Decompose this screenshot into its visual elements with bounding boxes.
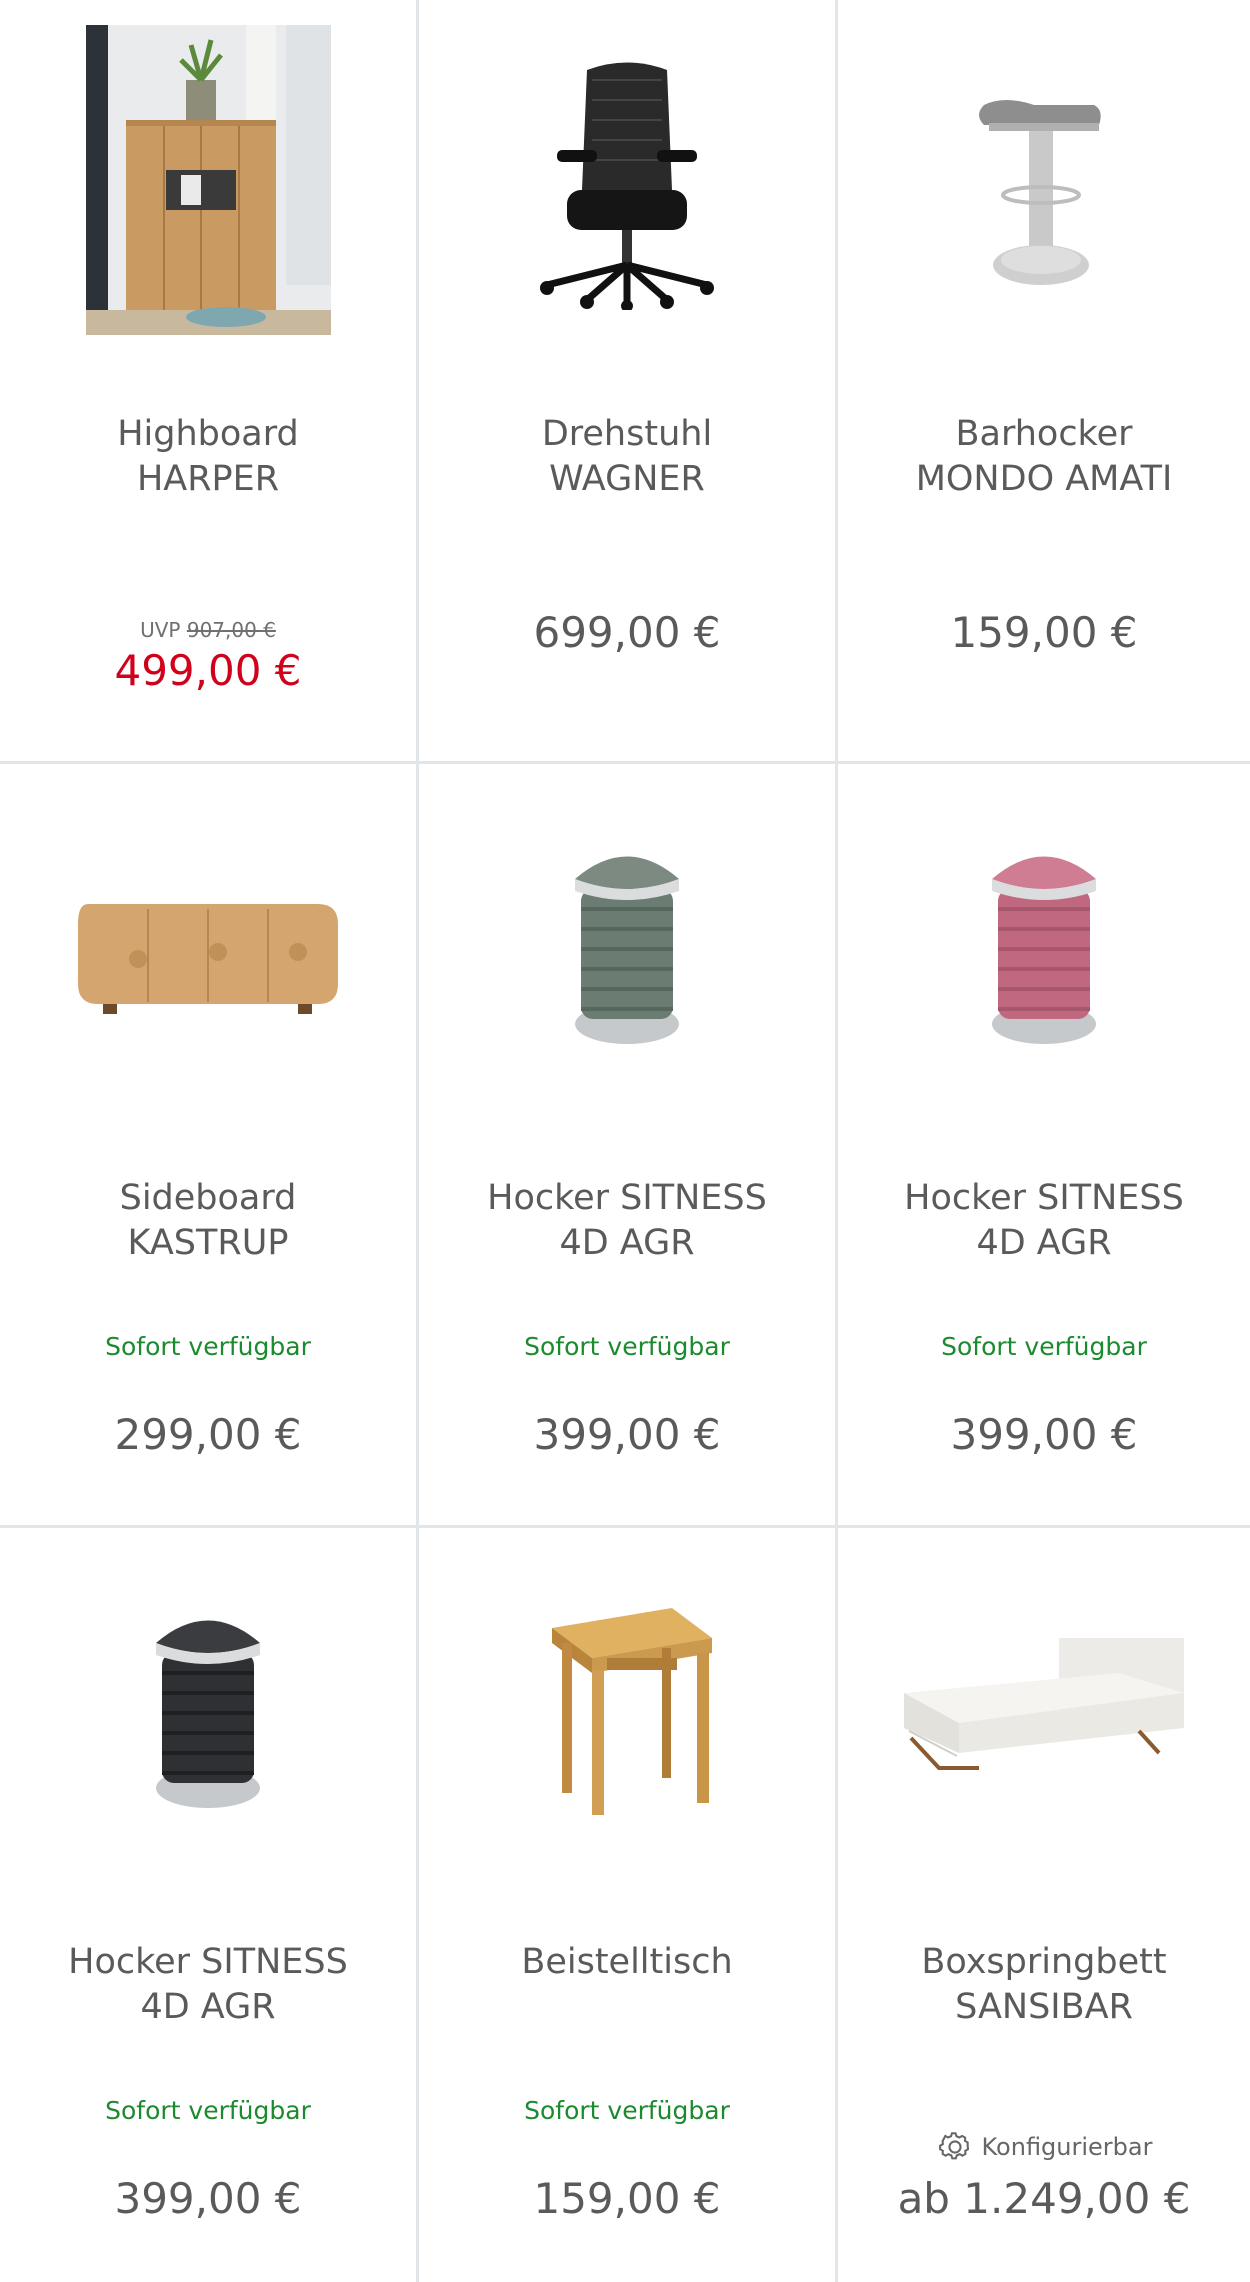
product-title[interactable]: Barhocker MONDO AMATI [848,412,1240,502]
product-title[interactable]: Hocker SITNESS 4D AGR [429,1176,825,1266]
product-grid: Highboard HARPER UVP 907,00 € 499,00 € D… [0,0,1250,2282]
product-image-bar-stool[interactable] [838,0,1250,360]
product-image-sideboard[interactable] [0,764,416,1124]
product-image-stool-black[interactable] [0,1528,416,1888]
product-title[interactable]: Highboard HARPER [10,412,406,502]
product-title[interactable]: Hocker SITNESS 4D AGR [848,1176,1240,1266]
product-title[interactable]: Beistelltisch [429,1940,825,1985]
product-card[interactable]: Hocker SITNESS 4D AGR Sofort verfügbar 3… [838,764,1250,1528]
availability-status: Sofort verfügbar [524,1332,730,1361]
product-title[interactable]: Sideboard KASTRUP [10,1176,406,1266]
product-card[interactable]: Hocker SITNESS 4D AGR Sofort verfügbar 3… [0,1528,419,2282]
availability-status: Sofort verfügbar [941,1332,1147,1361]
product-price: 699,00 € [533,608,721,657]
uvp-old-price: UVP 907,00 € [140,618,276,642]
product-card[interactable]: Boxspringbett SANSIBAR Konfigurierbar ab… [838,1528,1250,2282]
product-price: ab 1.249,00 € [897,2174,1191,2223]
availability-status: Sofort verfügbar [524,2096,730,2125]
product-card[interactable]: Barhocker MONDO AMATI 159,00 € [838,0,1250,764]
product-card[interactable]: Drehstuhl WAGNER 699,00 € [419,0,838,764]
product-image-stool-pink[interactable] [838,764,1250,1124]
product-image-highboard[interactable] [0,0,416,360]
product-price: 159,00 € [533,2174,721,2223]
product-image-boxspring-bed[interactable] [838,1528,1250,1888]
product-card[interactable]: Sideboard KASTRUP Sofort verfügbar 299,0… [0,764,419,1528]
product-title[interactable]: Drehstuhl WAGNER [429,412,825,502]
availability-status: Sofort verfügbar [105,2096,311,2125]
product-image-stool-grey[interactable] [419,764,835,1124]
product-card[interactable]: Highboard HARPER UVP 907,00 € 499,00 € [0,0,419,764]
product-price: 399,00 € [950,1410,1138,1459]
product-price: 399,00 € [533,1410,721,1459]
product-price: 299,00 € [114,1410,302,1459]
product-title[interactable]: Hocker SITNESS 4D AGR [10,1940,406,2030]
product-image-office-chair[interactable] [419,0,835,360]
product-card[interactable]: Hocker SITNESS 4D AGR Sofort verfügbar 3… [419,764,838,1528]
sale-price: 499,00 € [114,646,302,695]
product-image-side-table[interactable] [419,1528,835,1888]
product-price: 159,00 € [950,608,1138,657]
product-card[interactable]: Beistelltisch Sofort verfügbar 159,00 € [419,1528,838,2282]
product-title[interactable]: Boxspringbett SANSIBAR [848,1940,1240,2030]
product-price: 399,00 € [114,2174,302,2223]
availability-status: Sofort verfügbar [105,1332,311,1361]
configurable-badge[interactable]: Konfigurierbar [838,2128,1250,2166]
gear-icon [938,2132,969,2160]
